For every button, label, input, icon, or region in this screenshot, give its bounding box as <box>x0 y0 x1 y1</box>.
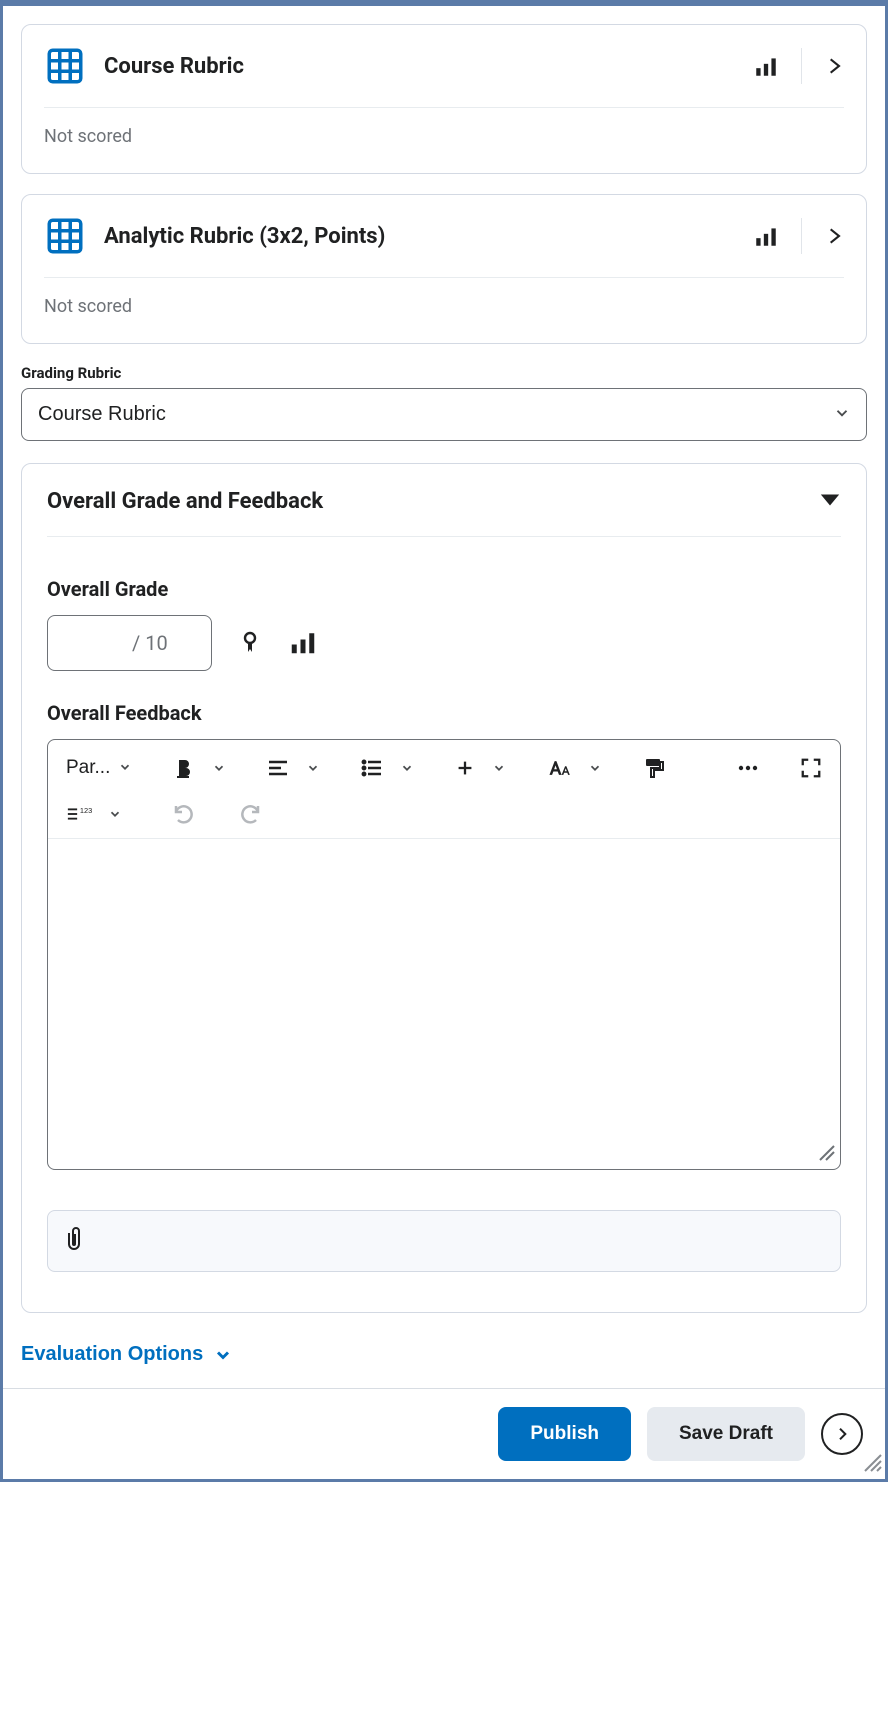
equation-button[interactable]: 123 <box>62 797 96 831</box>
font-dropdown[interactable] <box>584 755 606 781</box>
panel-title: Overall Grade and Feedback <box>47 489 819 514</box>
paperclip-icon <box>64 1225 88 1257</box>
list-dropdown[interactable] <box>396 755 418 781</box>
stats-button[interactable] <box>753 223 779 249</box>
expand-button[interactable] <box>824 224 844 248</box>
grade-denominator: / 10 <box>132 631 168 655</box>
rubric-status: Not scored <box>44 108 844 147</box>
equation-dropdown[interactable] <box>104 801 126 827</box>
font-button[interactable] <box>542 750 576 786</box>
rubric-title: Analytic Rubric (3x2, Points) <box>104 224 753 249</box>
align-dropdown[interactable] <box>302 755 324 781</box>
expand-button[interactable] <box>824 54 844 78</box>
evaluation-options-label: Evaluation Options <box>21 1343 203 1366</box>
footer: Publish Save Draft <box>3 1388 885 1479</box>
overall-panel: Overall Grade and Feedback Overall Grade… <box>21 463 867 1313</box>
rubric-card: Course Rubric Not scored <box>21 24 867 174</box>
insert-button[interactable] <box>450 751 480 785</box>
stats-button[interactable] <box>753 53 779 79</box>
bold-dropdown[interactable] <box>208 755 230 781</box>
ribbon-button[interactable] <box>238 627 262 660</box>
align-button[interactable] <box>262 750 294 786</box>
panel-header: Overall Grade and Feedback <box>47 489 841 537</box>
undo-button[interactable] <box>168 796 200 832</box>
grading-rubric-select-wrap: Course Rubric <box>21 388 867 441</box>
feedback-editor: Par... <box>47 739 841 1170</box>
svg-text:123: 123 <box>80 806 92 815</box>
next-button[interactable] <box>821 1413 863 1455</box>
chevron-down-icon <box>213 1345 233 1365</box>
resize-handle-icon[interactable] <box>816 1142 836 1167</box>
overall-feedback-label: Overall Feedback <box>47 701 841 725</box>
fullscreen-button[interactable] <box>796 751 826 785</box>
grade-input-wrap: / 10 <box>47 615 212 671</box>
rubric-title: Course Rubric <box>104 54 753 79</box>
collapse-toggle[interactable] <box>819 492 841 512</box>
list-button[interactable] <box>356 750 388 786</box>
paragraph-format-dropdown[interactable]: Par... <box>62 751 136 785</box>
grade-input[interactable] <box>62 632 126 655</box>
rubric-grid-icon <box>44 45 86 87</box>
bold-button[interactable] <box>168 750 200 786</box>
feedback-textarea[interactable] <box>48 839 840 1169</box>
chevron-down-icon <box>118 758 132 779</box>
overall-grade-label: Overall Grade <box>47 577 841 601</box>
rubric-grid-icon <box>44 215 86 257</box>
editor-toolbar: Par... <box>48 740 840 839</box>
rubric-status: Not scored <box>44 278 844 317</box>
insert-dropdown[interactable] <box>488 755 510 781</box>
rubric-header: Course Rubric <box>44 45 844 108</box>
attachment-dropzone[interactable] <box>47 1210 841 1272</box>
save-draft-button[interactable]: Save Draft <box>647 1407 805 1461</box>
format-painter-button[interactable] <box>638 750 670 786</box>
rubric-header: Analytic Rubric (3x2, Points) <box>44 215 844 278</box>
stats-button[interactable] <box>288 627 318 660</box>
grade-row: / 10 <box>47 615 841 671</box>
publish-button[interactable]: Publish <box>498 1407 631 1461</box>
redo-button[interactable] <box>234 796 266 832</box>
paragraph-format-label: Par... <box>66 757 110 779</box>
divider <box>801 218 802 254</box>
divider <box>801 48 802 84</box>
more-button[interactable] <box>732 750 764 786</box>
rubric-card: Analytic Rubric (3x2, Points) Not scored <box>21 194 867 344</box>
grading-rubric-label: Grading Rubric <box>21 364 867 382</box>
grading-rubric-select[interactable]: Course Rubric <box>21 388 867 441</box>
evaluation-options-toggle[interactable]: Evaluation Options <box>21 1343 233 1366</box>
window-resize-handle-icon[interactable] <box>863 1453 883 1477</box>
